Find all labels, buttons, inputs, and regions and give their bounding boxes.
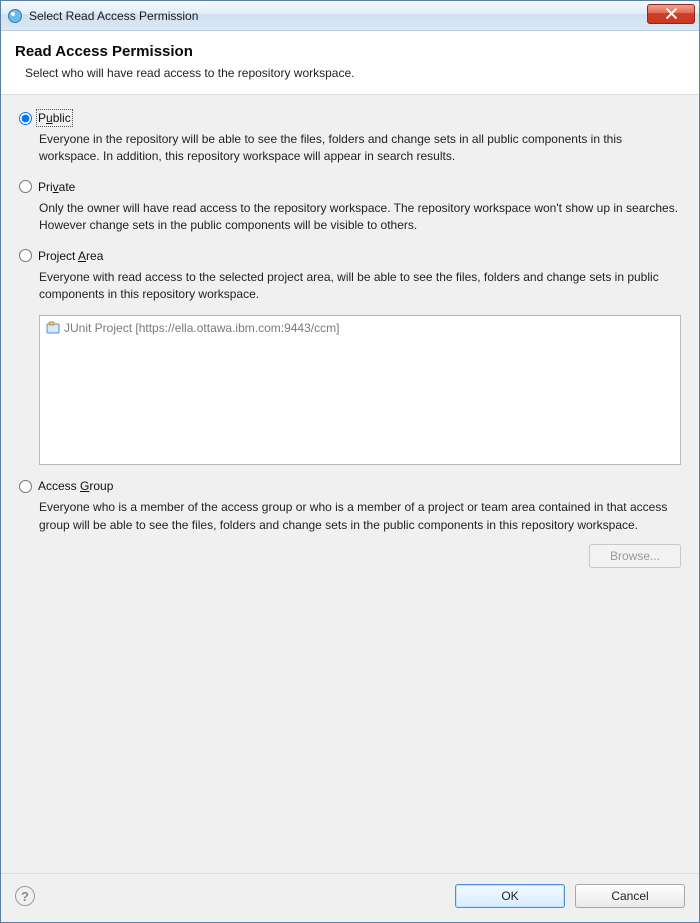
app-icon [7, 8, 23, 24]
banner-heading: Read Access Permission [15, 43, 685, 60]
browse-row: Browse... [39, 544, 681, 568]
list-item-label: JUnit Project [https://ella.ottawa.ibm.c… [64, 321, 339, 335]
browse-button[interactable]: Browse... [589, 544, 681, 568]
option-access-group-head[interactable]: Access Group [19, 479, 681, 493]
label-private[interactable]: Private [38, 180, 75, 194]
radio-private[interactable] [19, 180, 32, 193]
option-private-head[interactable]: Private [19, 180, 681, 194]
radio-public[interactable] [19, 112, 32, 125]
desc-project-area: Everyone with read access to the selecte… [39, 269, 681, 304]
close-icon [666, 8, 677, 19]
label-public[interactable]: Public [38, 111, 71, 125]
dialog-footer: ? OK Cancel [1, 873, 699, 922]
help-button[interactable]: ? [15, 886, 35, 906]
option-access-group: Access Group Everyone who is a member of… [19, 479, 681, 568]
banner: Read Access Permission Select who will h… [1, 31, 699, 95]
title-bar: Select Read Access Permission [1, 1, 699, 31]
label-access-group[interactable]: Access Group [38, 479, 113, 493]
dialog-window: Select Read Access Permission Read Acces… [0, 0, 700, 923]
desc-public: Everyone in the repository will be able … [39, 131, 681, 166]
list-item[interactable]: JUnit Project [https://ella.ottawa.ibm.c… [46, 320, 674, 336]
project-area-listbox[interactable]: JUnit Project [https://ella.ottawa.ibm.c… [39, 315, 681, 465]
ok-button[interactable]: OK [455, 884, 565, 908]
help-icon: ? [21, 889, 29, 904]
project-area-icon [46, 321, 60, 335]
close-button[interactable] [647, 4, 695, 24]
radio-project-area[interactable] [19, 249, 32, 262]
option-project-area: Project Area Everyone with read access t… [19, 249, 681, 466]
option-project-area-head[interactable]: Project Area [19, 249, 681, 263]
option-public: Public Everyone in the repository will b… [19, 111, 681, 166]
radio-access-group[interactable] [19, 480, 32, 493]
desc-access-group: Everyone who is a member of the access g… [39, 499, 681, 534]
option-public-head[interactable]: Public [19, 111, 681, 125]
desc-private: Only the owner will have read access to … [39, 200, 681, 235]
window-title: Select Read Access Permission [29, 9, 647, 23]
dialog-body: Public Everyone in the repository will b… [1, 95, 699, 873]
option-private: Private Only the owner will have read ac… [19, 180, 681, 235]
banner-subheading: Select who will have read access to the … [15, 66, 685, 80]
cancel-button[interactable]: Cancel [575, 884, 685, 908]
label-project-area[interactable]: Project Area [38, 249, 103, 263]
